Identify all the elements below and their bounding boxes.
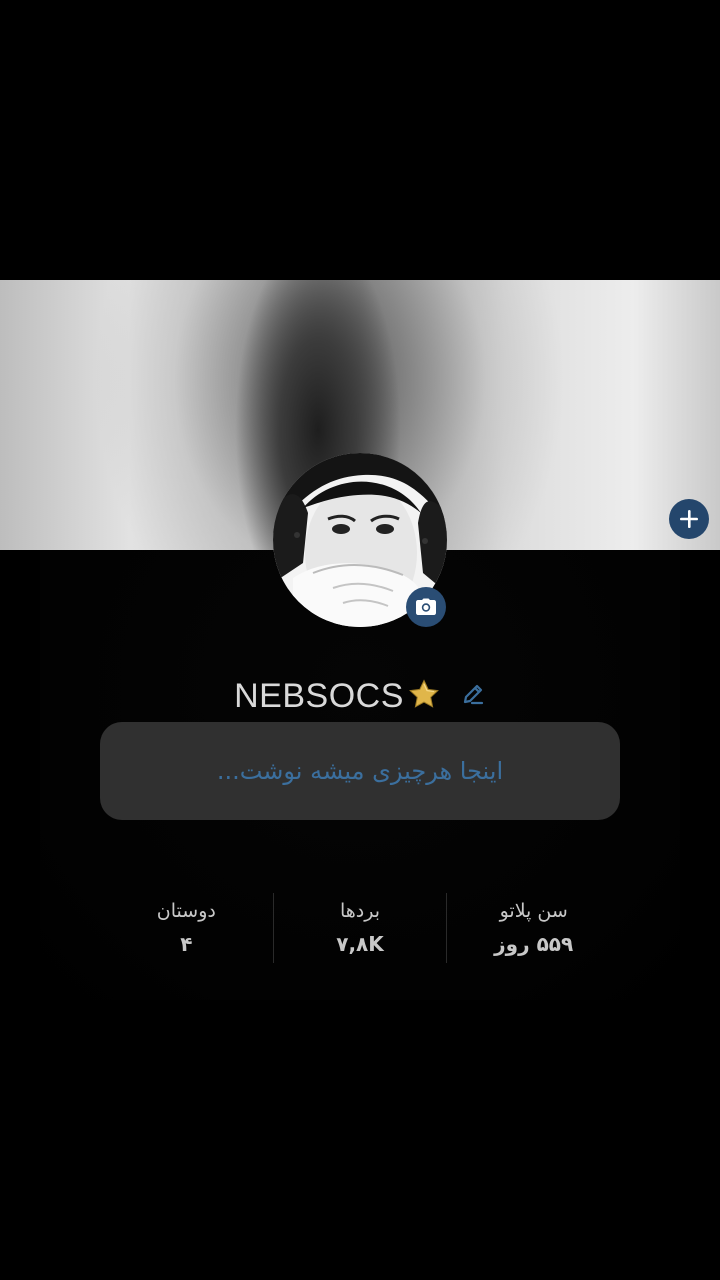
stat-value: ۷,۸K — [336, 932, 384, 956]
bio-field[interactable]: اینجا هرچیزی میشه نوشت... — [100, 722, 620, 820]
stat-wins[interactable]: بردها ۷,۸K — [274, 892, 447, 964]
username: NEBSOCS — [234, 676, 404, 715]
add-cover-button[interactable] — [669, 499, 709, 539]
stat-account-age: سن پلاتو ۵۵۹ روز — [447, 892, 620, 964]
stat-friends[interactable]: دوستان ۴ — [100, 892, 273, 964]
stat-value: ۵۵۹ روز — [494, 932, 574, 956]
star-icon — [408, 679, 440, 713]
plus-icon — [680, 510, 698, 528]
stat-label: بردها — [339, 900, 381, 922]
stat-label: سن پلاتو — [499, 900, 568, 922]
stat-label: دوستان — [156, 900, 216, 922]
camera-icon — [416, 598, 436, 615]
name-row: NEBSOCS — [0, 668, 720, 724]
profile-screen: NEBSOCS اینجا هرچیزی میشه نوشت... سن پلا… — [0, 0, 720, 1280]
change-avatar-button[interactable] — [406, 587, 446, 627]
stat-value: ۴ — [180, 932, 193, 956]
bio-placeholder: اینجا هرچیزی میشه نوشت... — [216, 757, 504, 785]
stats-row: سن پلاتو ۵۵۹ روز بردها ۷,۸K دوستان ۴ — [100, 892, 620, 964]
edit-name-button[interactable] — [460, 681, 486, 711]
pencil-icon — [463, 684, 483, 705]
